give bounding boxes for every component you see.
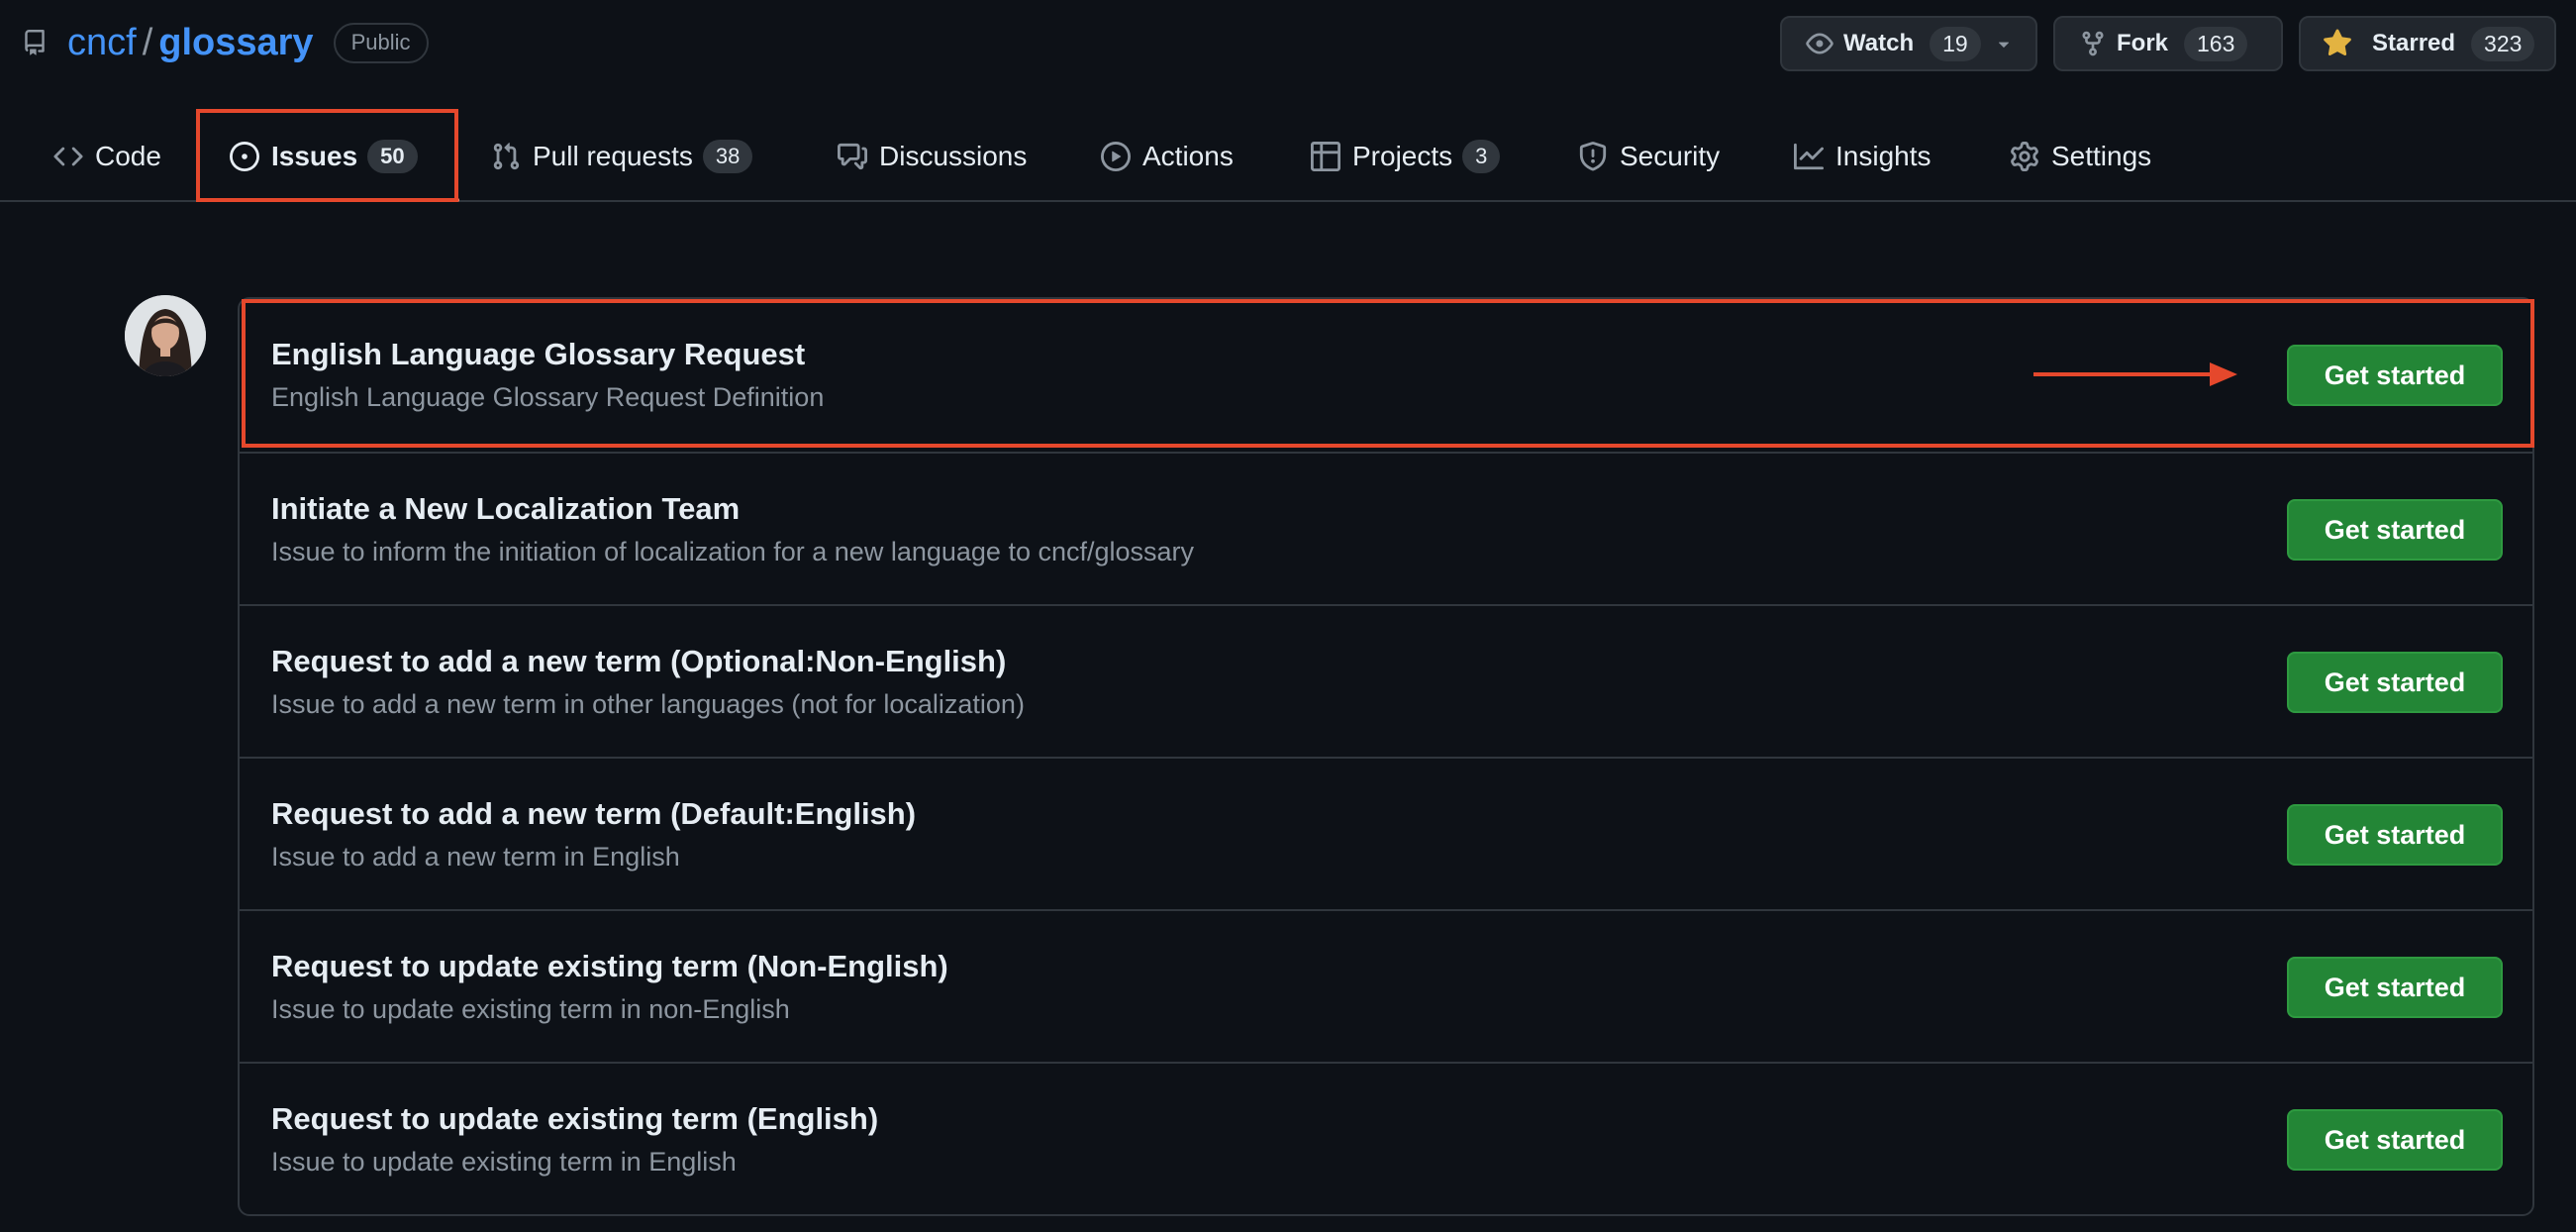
get-started-button[interactable]: Get started <box>2287 1109 2503 1171</box>
star-icon <box>2323 29 2352 58</box>
list-item: Request to add a new term (Optional:Non-… <box>240 604 2532 757</box>
list-item: Request to add a new term (Default:Engli… <box>240 757 2532 909</box>
shield-icon <box>1578 142 1608 171</box>
tab-label: Settings <box>2051 141 2152 171</box>
visibility-badge: Public <box>333 22 429 63</box>
get-started-button[interactable]: Get started <box>2287 804 2503 866</box>
fork-count: 163 <box>2184 26 2248 61</box>
template-title: Request to add a new term (Default:Engli… <box>271 796 917 831</box>
template-description: Issue to add a new term in other languag… <box>271 689 1025 719</box>
repo-header: cncf / glossary Public <box>22 16 429 69</box>
tab-label: Insights <box>1835 141 1932 171</box>
get-started-button[interactable]: Get started <box>2287 957 2503 1018</box>
repo-separator: / <box>142 21 153 63</box>
tab-projects[interactable]: Projects 3 <box>1311 129 1501 184</box>
watch-count: 19 <box>1930 26 1981 61</box>
tab-code[interactable]: Code <box>53 129 161 184</box>
tab-insights[interactable]: Insights <box>1794 129 1932 184</box>
list-item: Request to update existing term (Non-Eng… <box>240 909 2532 1062</box>
page: cncf / glossary Public Watch 19 Fork 163 <box>0 0 2576 1232</box>
template-title: Request to update existing term (Non-Eng… <box>271 949 948 983</box>
repo-actions: Watch 19 Fork 163 Starred 323 <box>1780 16 2572 71</box>
pull-request-icon <box>491 142 521 171</box>
watch-button[interactable]: Watch 19 <box>1780 16 2037 71</box>
tab-label: Security <box>1620 141 1721 171</box>
template-description: Issue to inform the initiation of locali… <box>271 537 1195 566</box>
graph-icon <box>1794 142 1824 171</box>
tab-actions[interactable]: Actions <box>1101 129 1234 184</box>
tab-label: Pull requests <box>533 141 693 171</box>
template-title: Initiate a New Localization Team <box>271 491 741 526</box>
pull-requests-count: 38 <box>702 140 753 173</box>
list-item: Initiate a New Localization Team Issue t… <box>240 452 2532 604</box>
table-icon <box>1311 142 1340 171</box>
list-item: Request to update existing term (English… <box>240 1062 2532 1214</box>
avatar[interactable] <box>125 295 206 376</box>
get-started-button[interactable]: Get started <box>2287 499 2503 561</box>
arrow-right-icon <box>2033 362 2237 386</box>
issues-tab-annotation-box <box>196 109 458 202</box>
tab-label: Actions <box>1142 141 1234 171</box>
eye-icon <box>1806 30 1833 57</box>
gear-icon <box>2010 142 2039 171</box>
template-description: Issue to update existing term in non-Eng… <box>271 994 790 1024</box>
template-title: Request to add a new term (Optional:Non-… <box>271 644 1007 678</box>
fork-button[interactable]: Fork 163 <box>2053 16 2283 71</box>
get-started-button[interactable]: Get started <box>2287 652 2503 713</box>
tab-discussions[interactable]: Discussions <box>838 129 1027 184</box>
starred-label: Starred <box>2372 30 2456 56</box>
repo-owner-link[interactable]: cncf <box>67 22 137 64</box>
discussion-icon <box>838 142 867 171</box>
projects-count: 3 <box>1462 140 1501 173</box>
tab-security[interactable]: Security <box>1578 129 1720 184</box>
template-description: Issue to update existing term in English <box>271 1147 737 1177</box>
play-icon <box>1101 142 1131 171</box>
repo-icon <box>22 28 51 57</box>
star-count: 323 <box>2471 26 2535 61</box>
code-icon <box>53 142 83 171</box>
fork-icon <box>2079 30 2107 57</box>
template-title: Request to update existing term (English… <box>271 1101 879 1136</box>
tab-label: Discussions <box>879 141 1028 171</box>
tab-settings[interactable]: Settings <box>2010 129 2151 184</box>
watch-label: Watch <box>1843 30 1915 56</box>
chevron-down-icon[interactable] <box>1993 33 2015 54</box>
fork-label: Fork <box>2117 30 2169 56</box>
starred-button[interactable]: Starred 323 <box>2299 16 2556 71</box>
tab-label: Projects <box>1352 141 1453 171</box>
tab-label: Code <box>95 141 161 171</box>
template-description: Issue to add a new term in English <box>271 842 680 872</box>
repo-name-link[interactable]: glossary <box>158 22 313 64</box>
tab-pull-requests[interactable]: Pull requests 38 <box>491 129 753 184</box>
